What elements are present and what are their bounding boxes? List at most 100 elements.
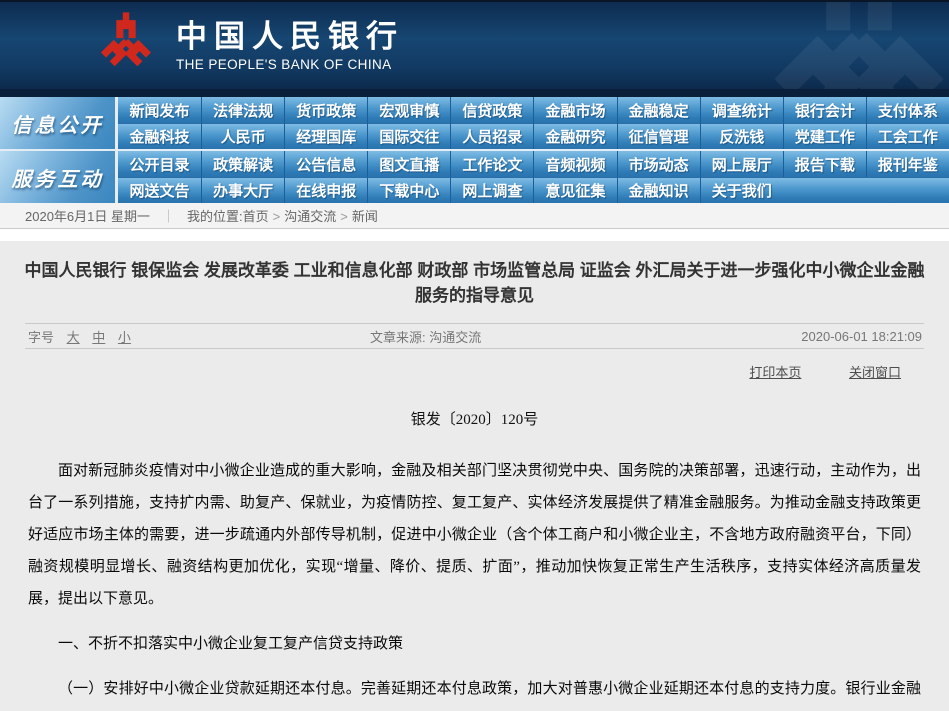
- breadcrumb-separator: >: [340, 209, 348, 224]
- nav-item[interactable]: 公开目录: [130, 154, 190, 175]
- nav-cell: 金融科技: [118, 123, 201, 149]
- breadcrumb-path: 首页>沟通交流>新闻: [243, 206, 378, 225]
- main-nav: 信息公开 新闻发布 法律法规 货币政策 宏观审慎 信贷政策 金融市场 金融稳定 调查统计 银行会…: [0, 97, 949, 203]
- nav-cell: 办事大厅: [201, 177, 284, 203]
- nav-item[interactable]: 信贷政策: [462, 100, 522, 121]
- nav-cell: 报告下载: [783, 151, 866, 177]
- nav-item[interactable]: 货币政策: [296, 100, 356, 121]
- breadcrumb-location-prefix: 我的位置:: [187, 206, 243, 225]
- nav-cell: 公开目录: [118, 151, 201, 177]
- date-text: 2020年6月1日 星期一: [25, 206, 150, 225]
- nav-cell: 金融稳定: [617, 97, 700, 123]
- pboc-logo-icon: [92, 12, 160, 80]
- nav-cell: 法律法规: [201, 97, 284, 123]
- nav-item[interactable]: 人员招录: [462, 126, 522, 147]
- nav-cell: 公告信息: [284, 151, 367, 177]
- nav-item[interactable]: 调查统计: [712, 100, 772, 121]
- breadcrumb-divider: ｜: [162, 206, 175, 225]
- nav-cell: 网送文告: [118, 177, 201, 203]
- nav-cell: 工作论文: [450, 151, 533, 177]
- nav-item[interactable]: 新闻发布: [130, 100, 190, 121]
- breadcrumb-item[interactable]: 首页: [243, 209, 269, 224]
- article-paragraph: 一、不折不扣落实中小微企业复工复产信贷支持政策: [28, 628, 921, 660]
- breadcrumb-separator: >: [273, 209, 281, 224]
- nav-section-label-services[interactable]: 服务互动: [0, 151, 115, 203]
- nav-cell: 政策解读: [201, 151, 284, 177]
- nav-item[interactable]: 法律法规: [213, 100, 273, 121]
- nav-cell: 工会工作: [866, 123, 949, 149]
- nav-item[interactable]: 金融研究: [546, 126, 606, 147]
- article-source: 文章来源: 沟通交流: [370, 327, 481, 346]
- breadcrumb-item[interactable]: 新闻: [352, 209, 378, 224]
- nav-cell: 经理国库: [284, 123, 367, 149]
- nav-item[interactable]: 政策解读: [213, 154, 273, 175]
- nav-item[interactable]: 经理国库: [296, 126, 356, 147]
- nav-section-services: 服务互动 公开目录 政策解读 公告信息 图文直播 工作论文 音频视频 市场动态 网上展厅 报告下…: [0, 151, 949, 203]
- article-paragraph: （一）安排好中小微企业贷款延期还本付息。完善延期还本付息政策，加大对普惠小微企业…: [28, 673, 921, 711]
- nav-item[interactable]: 工作论文: [462, 154, 522, 175]
- font-size-small-link[interactable]: 小: [118, 330, 131, 345]
- nav-item[interactable]: 办事大厅: [213, 180, 273, 201]
- nav-item[interactable]: 网送文告: [130, 180, 190, 201]
- nav-item[interactable]: 网上调查: [462, 180, 522, 201]
- nav-item[interactable]: 国际交往: [379, 126, 439, 147]
- nav-item[interactable]: 下载中心: [379, 180, 439, 201]
- nav-cell: 金融研究: [533, 123, 616, 149]
- nav-item[interactable]: 音频视频: [546, 154, 606, 175]
- nav-cell: 下载中心: [367, 177, 450, 203]
- print-page-link[interactable]: 打印本页: [749, 365, 801, 380]
- nav-item[interactable]: 报告下载: [795, 154, 855, 175]
- nav-cell: 关于我们: [700, 177, 783, 203]
- logo-block[interactable]: 中国人民银行 THE PEOPLE'S BANK OF CHINA: [92, 12, 404, 80]
- nav-item[interactable]: 银行会计: [795, 100, 855, 121]
- nav-item[interactable]: 支付体系: [878, 100, 938, 121]
- nav-item[interactable]: 关于我们: [712, 180, 772, 201]
- nav-cell: 支付体系: [866, 97, 949, 123]
- nav-item[interactable]: 市场动态: [629, 154, 689, 175]
- font-size-medium-link[interactable]: 中: [92, 330, 105, 345]
- nav-cell: 新闻发布: [118, 97, 201, 123]
- nav-item[interactable]: 公告信息: [296, 154, 356, 175]
- nav-item[interactable]: 人民币: [221, 126, 266, 147]
- site-header: 中国人民银行 THE PEOPLE'S BANK OF CHINA: [0, 0, 949, 89]
- nav-item[interactable]: 图文直播: [379, 154, 439, 175]
- nav-section-label-info-disclosure[interactable]: 信息公开: [0, 97, 115, 149]
- article-timestamp: 2020-06-01 18:21:09: [801, 329, 922, 344]
- nav-item[interactable]: 金融科技: [130, 126, 190, 147]
- close-window-link[interactable]: 关闭窗口: [849, 365, 901, 380]
- article-meta-row: 字号 大 中 小 文章来源: 沟通交流 2020-06-01 18:21:09: [25, 323, 924, 349]
- nav-cell: 人民币: [201, 123, 284, 149]
- nav-cell: 金融知识: [617, 177, 700, 203]
- nav-cell: 人员招录: [450, 123, 533, 149]
- doc-number: 银发〔2020〕120号: [0, 408, 949, 429]
- nav-item[interactable]: 意见征集: [546, 180, 606, 201]
- font-size-large-link[interactable]: 大: [67, 330, 80, 345]
- content-top-gap: [0, 229, 949, 241]
- nav-item[interactable]: 在线申报: [296, 180, 356, 201]
- article-body: 面对新冠肺炎疫情对中小微企业造成的重大影响，金融及相关部门坚决贯彻党中央、国务院…: [0, 429, 949, 711]
- nav-item[interactable]: 金融稳定: [629, 100, 689, 121]
- nav-item[interactable]: 宏观审慎: [379, 100, 439, 121]
- nav-cell: 网上展厅: [700, 151, 783, 177]
- nav-cell: 报刊年鉴: [866, 151, 949, 177]
- nav-cell: 党建工作: [783, 123, 866, 149]
- nav-item[interactable]: 网上展厅: [712, 154, 772, 175]
- nav-cell: 反洗钱: [700, 123, 783, 149]
- nav-item[interactable]: 工会工作: [878, 126, 938, 147]
- nav-cell: 货币政策: [284, 97, 367, 123]
- nav-item[interactable]: 金融知识: [629, 180, 689, 201]
- nav-item[interactable]: 党建工作: [795, 126, 855, 147]
- breadcrumb-item[interactable]: 沟通交流: [284, 209, 336, 224]
- nav-top-strip: [0, 89, 949, 97]
- nav-item[interactable]: 征信管理: [629, 126, 689, 147]
- nav-item[interactable]: 反洗钱: [719, 126, 764, 147]
- breadcrumb: 2020年6月1日 星期一 ｜ 我的位置: 首页>沟通交流>新闻: [0, 203, 949, 229]
- nav-cell: 征信管理: [617, 123, 700, 149]
- nav-cell: 宏观审慎: [367, 97, 450, 123]
- nav-item[interactable]: 金融市场: [546, 100, 606, 121]
- nav-cell: 信贷政策: [450, 97, 533, 123]
- nav-item[interactable]: 报刊年鉴: [878, 154, 938, 175]
- nav-cell: 在线申报: [284, 177, 367, 203]
- nav-cell: 银行会计: [783, 97, 866, 123]
- article: 中国人民银行 银保监会 发展改革委 工业和信息化部 财政部 市场监管总局 证监会…: [0, 241, 949, 711]
